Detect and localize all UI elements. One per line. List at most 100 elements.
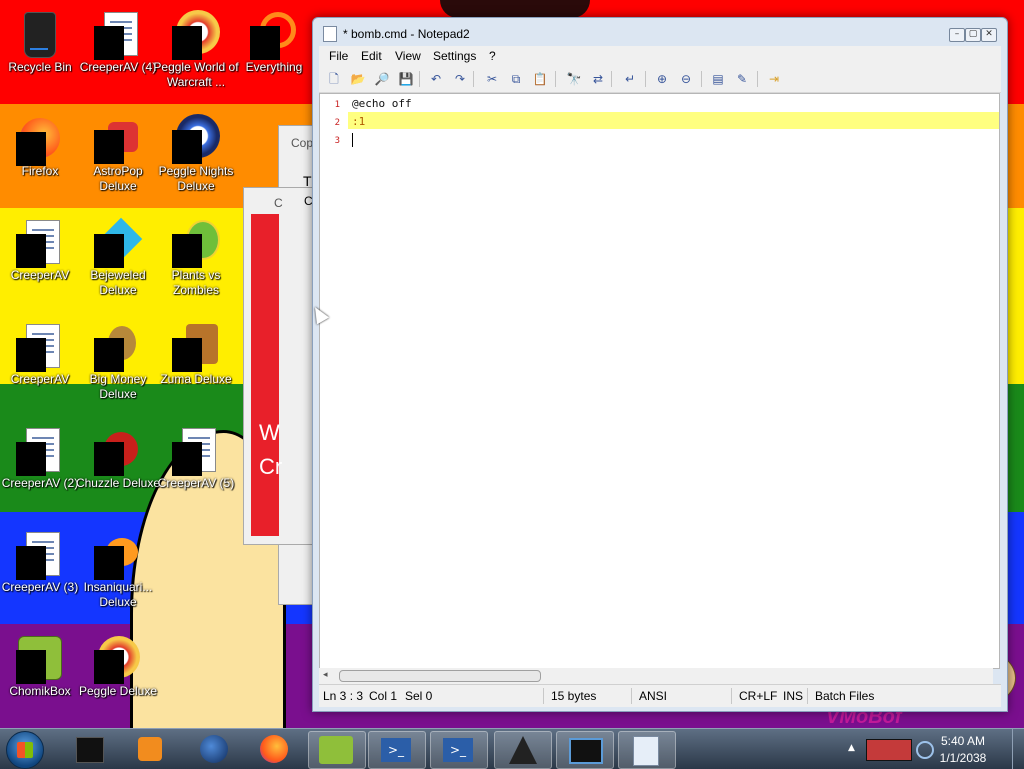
paste-icon[interactable]: 📋 — [531, 70, 549, 88]
desktop-icon-recycle-bin[interactable]: Recycle Bin — [0, 6, 80, 102]
maximize-button[interactable]: ▢ — [965, 28, 981, 42]
desktop-icon-creeperav-3[interactable]: CreeperAV (3) — [0, 526, 80, 622]
desktop-icon-astropop[interactable]: AstroPop Deluxe — [78, 110, 158, 206]
icon-label: Peggle Nights Deluxe — [158, 164, 234, 193]
line-number: 3 — [334, 136, 340, 146]
recycle-bin-icon — [16, 10, 62, 60]
code-line: @echo off — [352, 97, 412, 110]
desktop-icon-creeperav-4[interactable]: CreeperAV (4) — [78, 6, 158, 102]
find-icon[interactable]: 🔭 — [565, 70, 583, 88]
menu-help[interactable]: ? — [489, 49, 496, 63]
status-scheme[interactable]: Batch Files — [815, 689, 874, 703]
scroll-left-icon[interactable]: ◂ — [323, 670, 328, 680]
menu-view[interactable]: View — [395, 49, 421, 63]
icon-label: CreeperAV (2) — [1, 476, 79, 490]
red-panel: W Cr — [251, 214, 282, 536]
toolbar-separator — [701, 71, 702, 87]
desktop-icon-creeperav-2nd[interactable]: CreeperAV — [0, 318, 80, 414]
taskbar-button-media-player[interactable] — [122, 731, 178, 767]
save-icon[interactable]: 💾 — [397, 70, 415, 88]
tray-clock[interactable]: 5:40 AM 1/1/2038 — [928, 733, 998, 767]
undo-icon[interactable]: ↶ — [427, 70, 445, 88]
status-separator — [543, 688, 544, 704]
desktop-icon-chuzzle[interactable]: Chuzzle Deluxe — [76, 422, 160, 518]
desktop-icon-everything[interactable]: Everything — [234, 6, 314, 102]
start-button[interactable] — [6, 731, 44, 769]
menu-bar: File Edit View Settings ? — [319, 46, 1001, 66]
warning-app-icon — [509, 736, 537, 764]
toolbar-separator — [645, 71, 646, 87]
exit-icon[interactable]: ⇥ — [765, 70, 783, 88]
desktop-icon-insaniquarium[interactable]: Insaniquari... Deluxe — [78, 526, 158, 622]
icon-label: CreeperAV (3) — [1, 580, 79, 594]
status-separator — [731, 688, 732, 704]
desktop-icon-bejeweled[interactable]: Bejeweled Deluxe — [78, 214, 158, 310]
browse-icon[interactable]: 🔎 — [373, 70, 391, 88]
close-button[interactable]: ✕ — [981, 28, 997, 42]
status-insert-mode[interactable]: INS — [783, 689, 803, 703]
background-second-window[interactable]: C C W Cr — [243, 187, 315, 545]
taskbar-button-app[interactable] — [60, 731, 116, 767]
firefox-icon — [16, 114, 62, 166]
new-icon[interactable]: 🗋 — [325, 70, 343, 88]
menu-edit[interactable]: Edit — [361, 49, 382, 63]
status-encoding[interactable]: ANSI — [639, 689, 667, 703]
red-panel-text: W — [259, 420, 280, 445]
desktop-icon-peggle-wow[interactable]: Peggle World of Warcraft ... — [153, 6, 239, 102]
line-number-gutter — [320, 94, 346, 668]
show-desktop-button[interactable] — [1012, 729, 1024, 769]
status-column: Col 1 — [369, 689, 398, 703]
desktop-icon-peggle-nights[interactable]: Peggle Nights Deluxe — [156, 110, 236, 206]
taskbar-button-notepad[interactable] — [618, 731, 676, 769]
status-line-endings[interactable]: CR+LF — [739, 689, 777, 703]
taskbar: >_ >_ ▲ 5:40 AM 1/1/2038 — [0, 728, 1024, 769]
cut-icon[interactable]: ✂ — [483, 70, 501, 88]
icon-label: Insaniquari... Deluxe — [83, 580, 153, 609]
open-icon[interactable]: 📂 — [349, 70, 367, 88]
taskbar-button-powershell-2[interactable]: >_ — [430, 731, 488, 769]
peggle-icon — [94, 634, 140, 684]
desktop-icon-creeperav[interactable]: CreeperAV — [0, 214, 80, 310]
desktop-icon-firefox[interactable]: Firefox — [0, 110, 80, 206]
notepad-icon — [323, 26, 337, 42]
desktop-icon-creeperav-5[interactable]: CreeperAV (5) — [156, 422, 236, 518]
menu-settings[interactable]: Settings — [433, 49, 476, 63]
wordwrap-icon[interactable]: ↵ — [621, 70, 639, 88]
taskbar-button-warning-app[interactable] — [494, 731, 552, 769]
text-editor[interactable]: 1 2 3 @echo off :1 — [319, 93, 1000, 669]
scrollbar-thumb[interactable] — [339, 670, 541, 682]
desktop-icon-big-money[interactable]: Big Money Deluxe — [78, 318, 158, 414]
icon-label: CreeperAV (5) — [157, 476, 235, 490]
customize-icon[interactable]: ✎ — [733, 70, 751, 88]
chomikbox-icon — [319, 736, 353, 764]
minimize-button[interactable]: – — [949, 28, 965, 42]
taskbar-button-monitor[interactable] — [556, 731, 614, 769]
title-bar[interactable]: * bomb.cmd - Notepad2 – ▢ ✕ — [313, 18, 1007, 46]
taskbar-button-chomikbox[interactable] — [308, 731, 366, 769]
notepad-window[interactable]: * bomb.cmd - Notepad2 – ▢ ✕ File Edit Vi… — [312, 17, 1008, 712]
big-money-icon — [94, 322, 140, 372]
tray-app-icon[interactable] — [866, 739, 912, 761]
desktop-icon-zuma[interactable]: Zuma Deluxe — [156, 318, 236, 414]
icon-label: CreeperAV (4) — [79, 60, 157, 74]
taskbar-button-powershell[interactable]: >_ — [368, 731, 426, 769]
desktop-icon-creeperav-2[interactable]: CreeperAV (2) — [0, 422, 80, 518]
desktop-icon-chomikbox[interactable]: ChomikBox — [0, 630, 80, 726]
status-selection: Sel 0 — [405, 689, 433, 703]
replace-icon[interactable]: ⇄ — [589, 70, 607, 88]
menu-file[interactable]: File — [329, 49, 348, 63]
status-separator — [631, 688, 632, 704]
zoom-out-icon[interactable]: ⊖ — [677, 70, 695, 88]
show-hidden-icons-button[interactable]: ▲ — [848, 743, 855, 753]
desktop-icon-plants-vs-zombies[interactable]: Plants vs Zombies — [156, 214, 236, 310]
copy-icon[interactable]: ⧉ — [507, 70, 525, 88]
redo-icon[interactable]: ↷ — [451, 70, 469, 88]
horizontal-scrollbar[interactable]: ◂ — [319, 668, 993, 684]
zoom-in-icon[interactable]: ⊕ — [653, 70, 671, 88]
taskbar-button-globe[interactable] — [186, 731, 242, 767]
desktop-icon-peggle-deluxe[interactable]: Peggle Deluxe — [78, 630, 158, 726]
document-icon — [16, 426, 62, 476]
chomikbox-icon — [16, 634, 62, 684]
taskbar-button-firefox[interactable] — [246, 731, 302, 767]
scheme-icon[interactable]: ▤ — [709, 70, 727, 88]
